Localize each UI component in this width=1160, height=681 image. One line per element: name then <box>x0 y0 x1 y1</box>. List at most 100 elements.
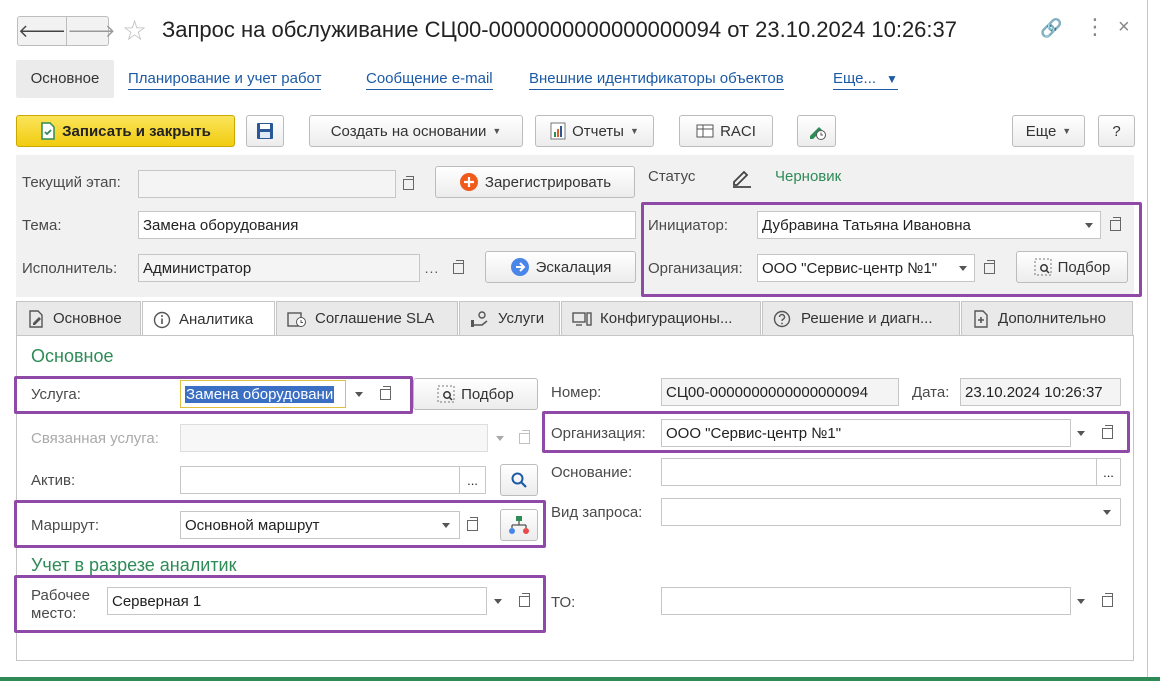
section-analytics-title: Учет в разрезе аналитик <box>31 555 237 575</box>
asset-select-button[interactable]: ... <box>459 466 486 494</box>
asset-field[interactable] <box>180 466 460 494</box>
route-dropdown-button[interactable] <box>434 511 458 539</box>
info-icon <box>153 311 171 328</box>
open-window-icon <box>1101 424 1113 439</box>
org-open-button[interactable] <box>977 254 1001 282</box>
initiator-open-button[interactable] <box>1103 211 1127 239</box>
analytics-org-open-button[interactable] <box>1095 419 1119 447</box>
nav-buttons: 🡐 🡒 <box>17 16 116 46</box>
save-button[interactable] <box>246 115 284 147</box>
topic-input[interactable]: Замена оборудования <box>138 211 636 239</box>
route-map-button[interactable] <box>500 509 538 541</box>
search-icon <box>511 472 527 488</box>
tab-analytics[interactable]: Аналитика <box>142 301 275 337</box>
status-value[interactable]: Черновик <box>775 168 841 185</box>
workplace-label: Рабочее место: <box>31 587 90 622</box>
create-based-on-button[interactable]: Создать на основании ▼ <box>309 115 523 147</box>
executor-select-button[interactable]: ... <box>420 254 444 282</box>
initiator-dropdown-button[interactable] <box>1077 211 1101 239</box>
stage-field[interactable] <box>138 170 396 198</box>
tab-sla[interactable]: Соглашение SLA <box>276 301 458 335</box>
workplace-open-button[interactable] <box>512 587 536 615</box>
hand-service-icon <box>471 310 488 327</box>
route-open-button[interactable] <box>460 511 484 539</box>
number-label: Номер: <box>551 384 602 401</box>
edit-status-icon[interactable] <box>731 168 753 188</box>
request-type-dropdown-button[interactable] <box>1095 498 1119 526</box>
number-field[interactable]: СЦ00-0000000000000000094 <box>661 378 899 406</box>
executor-label: Исполнитель: <box>22 260 118 277</box>
stage-open-button[interactable] <box>396 170 420 198</box>
raci-button[interactable]: RACI <box>679 115 773 147</box>
section-main-title: Основное <box>31 346 114 366</box>
service-label: Услуга: <box>31 386 81 403</box>
date-field[interactable]: 23.10.2024 10:26:37 <box>960 378 1121 406</box>
to-dropdown-button[interactable] <box>1069 587 1093 615</box>
executor-open-button[interactable] <box>446 254 470 282</box>
tab-services[interactable]: Услуги <box>459 301 560 335</box>
service-dropdown-button[interactable] <box>347 380 371 408</box>
edit-signature-button[interactable] <box>797 115 836 147</box>
topic-label: Тема: <box>22 217 62 234</box>
caret-down-icon: ▼ <box>492 126 502 136</box>
open-window-icon <box>1109 216 1121 231</box>
to-field[interactable] <box>661 587 1071 615</box>
tab-solution[interactable]: Решение и диагн... <box>762 301 960 335</box>
escalation-button[interactable]: Эскалация <box>485 251 636 283</box>
forward-button[interactable]: 🡒 <box>66 17 116 45</box>
request-type-field[interactable] <box>661 498 1121 526</box>
save-and-close-button[interactable]: Записать и закрыть <box>16 115 235 147</box>
toptab-planning[interactable]: Планирование и учет работ <box>128 69 322 90</box>
date-label: Дата: <box>912 384 950 401</box>
asset-search-button[interactable] <box>500 464 538 496</box>
triangle-down-icon: ▼ <box>886 72 898 86</box>
toptab-main[interactable]: Основное <box>16 60 114 98</box>
org-dropdown-button[interactable] <box>951 254 975 282</box>
tab-main[interactable]: Основное <box>16 301 141 335</box>
related-service-label: Связанная услуга: <box>31 430 159 447</box>
basis-field[interactable] <box>661 458 1097 486</box>
service-pick-button[interactable]: Подбор <box>413 378 538 410</box>
caret-down-icon: ▼ <box>629 126 639 136</box>
ellipsis-icon: ... <box>1103 464 1114 480</box>
open-window-icon <box>1101 592 1113 607</box>
org-pick-button[interactable]: Подбор <box>1016 251 1128 283</box>
reports-button[interactable]: Отчеты ▼ <box>535 115 654 147</box>
workplace-dropdown-button[interactable] <box>486 587 510 615</box>
analytics-org-field[interactable]: ООО "Сервис-центр №1" <box>661 419 1071 447</box>
related-service-open-button <box>512 424 536 452</box>
link-icon[interactable]: 🔗 <box>1040 18 1062 39</box>
related-service-field <box>180 424 488 452</box>
ellipsis-icon: ... <box>467 472 478 488</box>
tab-configuration[interactable]: Конфигурационы... <box>561 301 761 335</box>
asset-label: Актив: <box>31 472 76 489</box>
related-service-dropdown-button <box>488 424 512 452</box>
service-open-button[interactable] <box>373 380 397 408</box>
toptab-email[interactable]: Сообщение e-mail <box>366 69 493 90</box>
executor-field[interactable]: Администратор <box>138 254 420 282</box>
toptab-external-ids[interactable]: Внешние идентификаторы объектов <box>529 69 784 90</box>
help-button[interactable]: ? <box>1098 115 1135 147</box>
more-menu-icon[interactable]: ⋮ <box>1084 14 1106 40</box>
initiator-field[interactable]: Дубравина Татьяна Ивановна <box>757 211 1101 239</box>
toptab-more[interactable]: Еще... ▼ <box>833 69 898 90</box>
favorite-star-icon[interactable]: ☆ <box>122 14 147 47</box>
to-open-button[interactable] <box>1095 587 1119 615</box>
question-circle-icon <box>773 310 791 327</box>
register-button[interactable]: Зарегистрировать <box>435 166 635 198</box>
close-icon[interactable]: × <box>1118 16 1130 39</box>
workplace-field[interactable]: Серверная 1 <box>107 587 487 615</box>
route-field[interactable]: Основной маршрут <box>180 511 460 539</box>
monitor-icon <box>572 311 592 326</box>
analytics-org-label: Организация: <box>551 425 646 442</box>
service-field[interactable]: Замена оборудовани <box>180 380 346 408</box>
org-field[interactable]: ООО "Сервис-центр №1" <box>757 254 975 282</box>
analytics-org-dropdown-button[interactable] <box>1069 419 1093 447</box>
route-hierarchy-icon <box>509 516 529 534</box>
basis-select-button[interactable]: ... <box>1096 458 1121 486</box>
more-actions-button[interactable]: Еще ▼ <box>1012 115 1085 147</box>
stage-label: Текущий этап: <box>22 174 121 191</box>
back-button[interactable]: 🡐 <box>18 17 66 45</box>
tab-additional[interactable]: Дополнительно <box>961 301 1133 335</box>
open-window-icon <box>379 385 391 400</box>
